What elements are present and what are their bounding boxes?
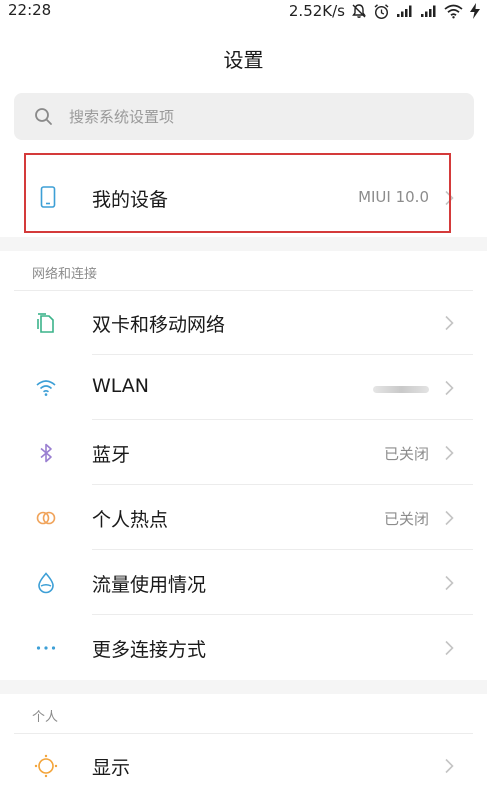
section-title-network: 网络和连接: [32, 267, 98, 282]
item-status: 已关闭: [383, 510, 429, 528]
item-status: 已关闭: [383, 445, 429, 463]
network-speed: 2.52K/s: [288, 2, 345, 20]
status-time: 22:28: [8, 1, 52, 19]
item-label: 双卡和移动网络: [92, 314, 226, 336]
section-header-network: 网络和连接: [0, 251, 487, 291]
page-title: 设置: [223, 48, 264, 72]
search-icon: [35, 108, 52, 125]
status-bar: 22:28 2.52K/s: [0, 0, 487, 22]
signal-icon-1: [397, 5, 412, 17]
status-icons: 2.52K/s: [289, 0, 481, 22]
display-brightness-icon: [34, 754, 58, 778]
item-label: 流量使用情况: [92, 574, 207, 596]
item-label: 更多连接方式: [92, 639, 207, 661]
section-header-personal: 个人: [0, 694, 487, 734]
item-label: WLAN: [92, 375, 150, 397]
highlight-box: [24, 153, 451, 233]
chevron-right-icon: [445, 380, 454, 396]
wifi-status-icon: [444, 4, 463, 18]
search-input[interactable]: [69, 93, 459, 140]
chevron-right-icon: [445, 445, 454, 461]
chevron-right-icon: [445, 575, 454, 591]
data-usage-icon: [38, 572, 54, 594]
sim-card-icon: [37, 313, 54, 333]
hotspot-icon: [36, 511, 56, 525]
section-divider: [0, 237, 487, 251]
chevron-right-icon: [445, 510, 454, 526]
sidebar-item-hotspot[interactable]: 个人热点 已关闭: [0, 486, 487, 550]
charging-bolt-icon: [470, 3, 480, 19]
sidebar-item-data-usage[interactable]: 流量使用情况: [0, 551, 487, 615]
sidebar-item-display[interactable]: 显示: [0, 734, 487, 798]
sidebar-item-wlan[interactable]: WLAN: [0, 356, 487, 420]
chevron-right-icon: [445, 640, 454, 656]
item-label: 个人热点: [92, 509, 169, 531]
more-dots-icon: [36, 646, 56, 650]
search-bar[interactable]: [14, 93, 474, 140]
signal-icon-2: [421, 5, 436, 17]
alarm-clock-icon: [374, 3, 389, 19]
bluetooth-icon: [40, 443, 52, 463]
wifi-icon: [36, 380, 56, 396]
sidebar-item-bluetooth[interactable]: 蓝牙 已关闭: [0, 421, 487, 485]
blurred-network-name: [373, 386, 429, 393]
section-title-personal: 个人: [32, 710, 59, 725]
chevron-right-icon: [445, 315, 454, 331]
sidebar-item-dual-sim[interactable]: 双卡和移动网络: [0, 291, 487, 355]
sidebar-item-more-connections[interactable]: 更多连接方式: [0, 616, 487, 680]
item-label: 蓝牙: [92, 444, 131, 466]
chevron-right-icon: [445, 758, 454, 774]
section-divider: [0, 680, 487, 694]
mute-bell-icon: [352, 4, 366, 18]
